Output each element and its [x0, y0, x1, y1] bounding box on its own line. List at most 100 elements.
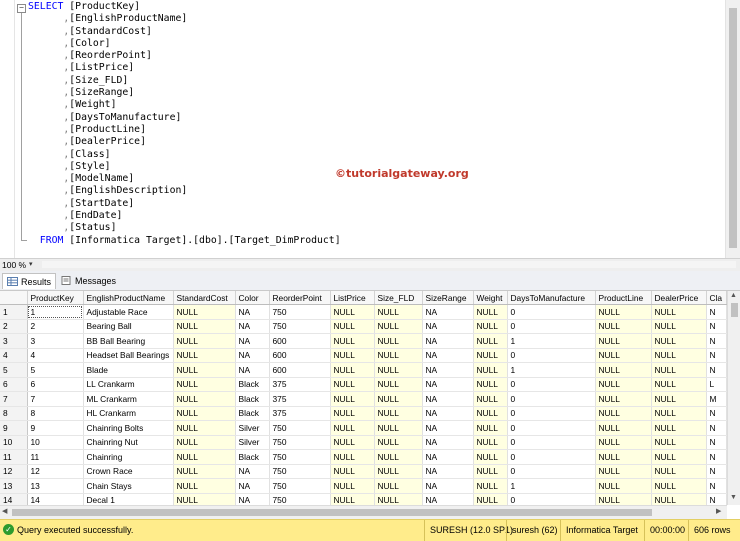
table-cell[interactable]: NULL: [595, 319, 652, 334]
table-cell[interactable]: NULL: [374, 348, 423, 363]
table-cell[interactable]: NULL: [595, 420, 652, 436]
table-cell[interactable]: NULL: [595, 391, 652, 407]
table-cell[interactable]: NULL: [595, 333, 652, 349]
table-cell[interactable]: 9: [27, 420, 84, 436]
table-cell[interactable]: NA: [422, 304, 474, 320]
table-cell[interactable]: NA: [235, 348, 270, 363]
column-header[interactable]: Weight: [473, 291, 508, 305]
table-cell[interactable]: 10: [27, 435, 84, 450]
table-cell[interactable]: 750: [269, 420, 331, 436]
table-cell[interactable]: NULL: [173, 391, 236, 407]
table-cell[interactable]: NA: [422, 333, 474, 349]
row-number[interactable]: 14: [0, 493, 28, 505]
row-number[interactable]: 8: [0, 406, 28, 421]
table-cell[interactable]: Black: [235, 449, 270, 465]
table-cell[interactable]: Silver: [235, 435, 270, 450]
table-cell[interactable]: 13: [27, 478, 84, 494]
table-cell[interactable]: NULL: [595, 406, 652, 421]
table-cell[interactable]: N: [706, 420, 727, 436]
table-cell[interactable]: NULL: [473, 435, 508, 450]
table-cell[interactable]: NULL: [374, 391, 423, 407]
table-cell[interactable]: NULL: [473, 304, 508, 320]
table-cell[interactable]: NULL: [173, 420, 236, 436]
grid-vertical-scrollbar[interactable]: ▲ ▼: [727, 291, 740, 505]
column-header[interactable]: ReorderPoint: [269, 291, 331, 305]
table-cell[interactable]: N: [706, 304, 727, 320]
table-cell[interactable]: 7: [27, 391, 84, 407]
table-cell[interactable]: ML Crankarm: [83, 391, 174, 407]
table-cell[interactable]: NULL: [330, 449, 375, 465]
table-cell[interactable]: NA: [422, 391, 474, 407]
table-cell[interactable]: Decal 1: [83, 493, 174, 505]
table-cell[interactable]: NULL: [651, 435, 707, 450]
table-cell[interactable]: NA: [422, 406, 474, 421]
column-header[interactable]: DealerPrice: [651, 291, 707, 305]
table-cell[interactable]: 2: [27, 319, 84, 334]
table-cell[interactable]: Headset Ball Bearings: [83, 348, 174, 363]
chevron-down-icon[interactable]: ▾: [29, 259, 33, 271]
tab-results[interactable]: Results: [2, 273, 56, 289]
table-cell[interactable]: N: [706, 362, 727, 378]
table-cell[interactable]: 0: [507, 449, 596, 465]
table-cell[interactable]: Blade: [83, 362, 174, 378]
table-cell[interactable]: NULL: [595, 478, 652, 494]
table-cell[interactable]: NULL: [330, 304, 375, 320]
editor-vertical-scrollbar[interactable]: [725, 0, 740, 258]
table-cell[interactable]: NULL: [330, 478, 375, 494]
table-cell[interactable]: NULL: [473, 348, 508, 363]
table-cell[interactable]: Bearing Ball: [83, 319, 174, 334]
table-cell[interactable]: NA: [235, 478, 270, 494]
table-cell[interactable]: NA: [235, 333, 270, 349]
table-cell[interactable]: NULL: [173, 478, 236, 494]
table-cell[interactable]: 600: [269, 362, 331, 378]
table-cell[interactable]: NULL: [473, 493, 508, 505]
table-cell[interactable]: 3: [27, 333, 84, 349]
zoom-level[interactable]: 100 %: [2, 259, 26, 271]
table-cell[interactable]: 0: [507, 464, 596, 479]
table-cell[interactable]: NULL: [173, 304, 236, 320]
table-cell[interactable]: NULL: [330, 420, 375, 436]
table-cell[interactable]: NULL: [330, 464, 375, 479]
table-cell[interactable]: L: [706, 377, 727, 392]
table-cell[interactable]: NULL: [651, 304, 707, 320]
table-cell[interactable]: Adjustable Race: [83, 304, 174, 320]
table-cell[interactable]: NULL: [374, 377, 423, 392]
table-cell[interactable]: NULL: [595, 449, 652, 465]
table-cell[interactable]: Black: [235, 391, 270, 407]
table-cell[interactable]: 12: [27, 464, 84, 479]
table-cell[interactable]: NULL: [330, 493, 375, 505]
table-cell[interactable]: NULL: [651, 348, 707, 363]
table-cell[interactable]: NA: [422, 319, 474, 334]
table-cell[interactable]: 1: [507, 478, 596, 494]
column-header[interactable]: DaysToManufacture: [507, 291, 596, 305]
table-cell[interactable]: NA: [422, 377, 474, 392]
table-cell[interactable]: NULL: [473, 406, 508, 421]
table-cell[interactable]: NULL: [330, 406, 375, 421]
table-cell[interactable]: NULL: [173, 319, 236, 334]
table-cell[interactable]: NULL: [374, 420, 423, 436]
table-cell[interactable]: M: [706, 391, 727, 407]
table-cell[interactable]: 0: [507, 377, 596, 392]
column-header[interactable]: ProductKey: [27, 291, 84, 305]
table-cell[interactable]: N: [706, 464, 727, 479]
table-cell[interactable]: NA: [422, 478, 474, 494]
table-row[interactable]: 4 4 Headset Ball Bearings NULL NA 600 NULL NULL…: [0, 348, 727, 363]
table-cell[interactable]: NA: [235, 362, 270, 378]
table-cell[interactable]: Silver: [235, 420, 270, 436]
table-cell[interactable]: NULL: [651, 420, 707, 436]
table-cell[interactable]: Chainring: [83, 449, 174, 465]
table-row[interactable]: 2 2 Bearing Ball NULL NA 750 NULL NULL NA NULL 0 NU…: [0, 319, 727, 334]
table-cell[interactable]: NULL: [595, 304, 652, 320]
table-cell[interactable]: NULL: [651, 319, 707, 334]
table-cell[interactable]: NULL: [330, 362, 375, 378]
table-cell[interactable]: NULL: [173, 362, 236, 378]
column-header[interactable]: SizeRange: [422, 291, 474, 305]
table-cell[interactable]: NULL: [173, 406, 236, 421]
table-cell[interactable]: NULL: [473, 449, 508, 465]
table-cell[interactable]: HL Crankarm: [83, 406, 174, 421]
table-row[interactable]: 14 14 Decal 1 NULL NA 750 NULL NULL NA NULL 0 NULL N…: [0, 493, 727, 505]
table-cell[interactable]: 750: [269, 304, 331, 320]
table-cell[interactable]: NULL: [651, 391, 707, 407]
table-cell[interactable]: 5: [27, 362, 84, 378]
table-row[interactable]: 5 5 Blade NULL NA 600 NULL NULL NA NULL 1 NULL NULL N: [0, 362, 727, 378]
